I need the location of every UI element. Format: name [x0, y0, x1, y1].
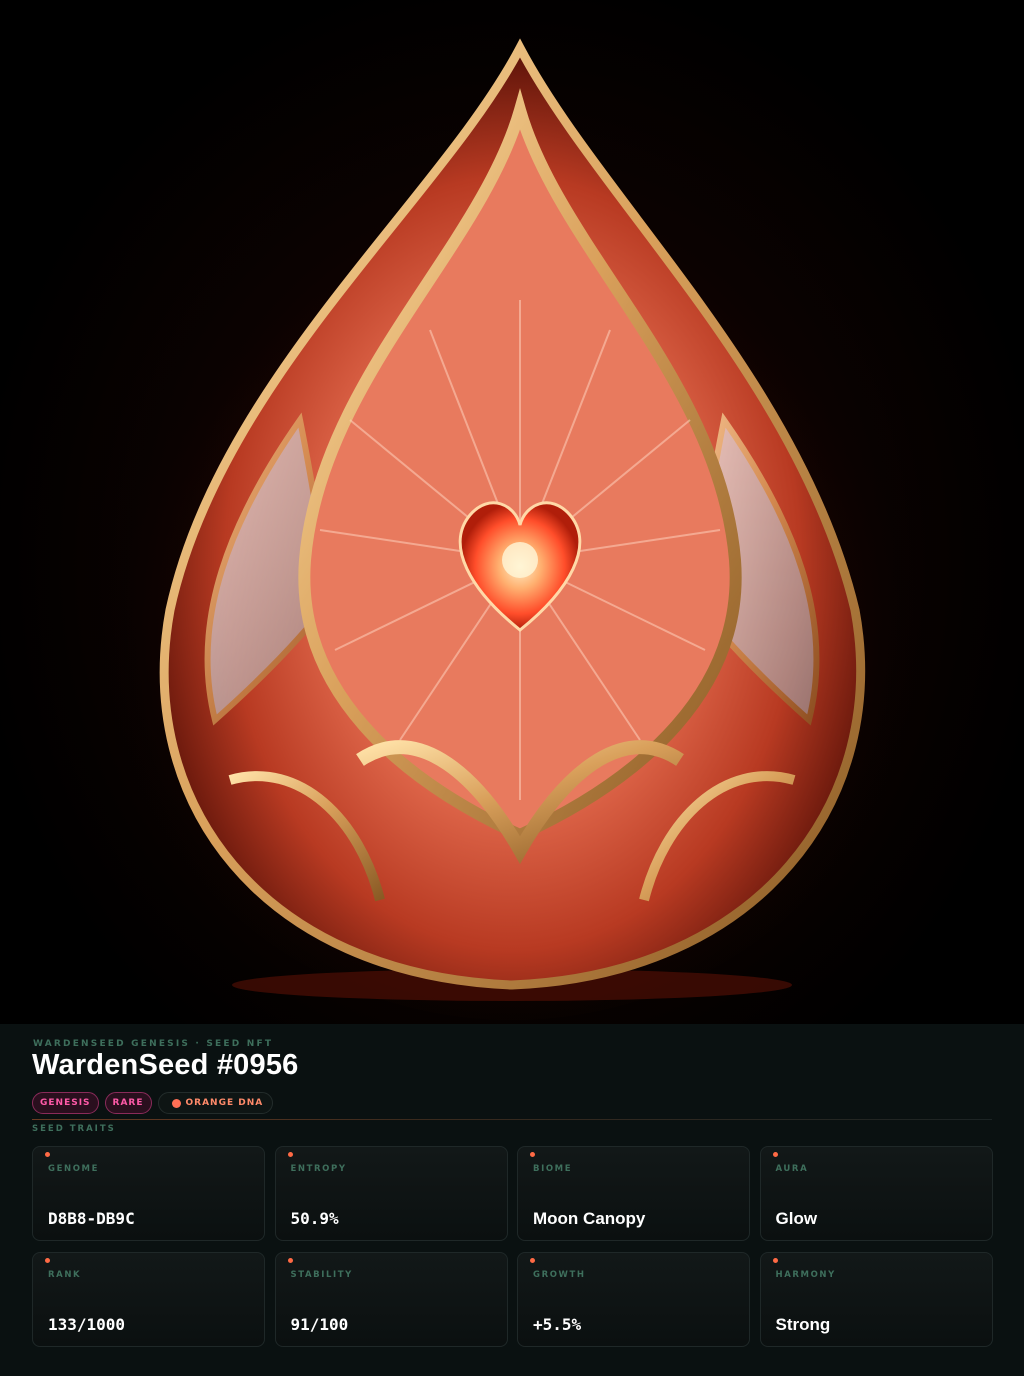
trait-key: GENOME [48, 1164, 99, 1174]
tag-orange-dna[interactable]: ORANGE DNA [157, 1092, 274, 1114]
seed-artwork [0, 0, 1024, 1024]
tag-list: GENESIS RARE ORANGE DNA [32, 1092, 274, 1114]
collection-label: WARDENSEED GENESIS · SEED NFT [33, 1039, 274, 1049]
trait-key: RANK [48, 1270, 82, 1280]
tag-genesis[interactable]: GENESIS [32, 1092, 99, 1114]
trait-dot-icon [287, 1152, 293, 1157]
trait-dot-icon [772, 1152, 778, 1157]
tag-rare[interactable]: RARE [104, 1092, 152, 1114]
trait-key: BIOME [533, 1164, 573, 1174]
trait-value: +5.5% [533, 1315, 582, 1334]
nft-title: WardenSeed #0956 [32, 1049, 299, 1081]
trait-card-stability: STABILITY 91/100 [274, 1252, 508, 1347]
nft-details-panel: WARDENSEED GENESIS · SEED NFT WardenSeed… [0, 1024, 1024, 1376]
trait-value: 50.9% [290, 1209, 339, 1228]
gem-illustration [92, 38, 932, 1020]
traits-grid: GENOME D8B8-DB9C ENTROPY 50.9% BIOME Moo… [32, 1146, 993, 1347]
trait-key: GROWTH [533, 1270, 586, 1280]
traits-section-label: SEED TRAITS [32, 1124, 116, 1134]
dna-color-dot-icon [171, 1098, 181, 1108]
trait-card-aura: AURA Glow [759, 1146, 993, 1241]
trait-dot-icon [530, 1152, 535, 1157]
trait-value: Glow [775, 1209, 818, 1228]
tag-orange-dna-label: ORANGE DNA [185, 1098, 264, 1108]
trait-value: 91/100 [290, 1315, 349, 1334]
divider [32, 1119, 992, 1120]
trait-card-rank: RANK 133/1000 [32, 1252, 265, 1347]
trait-key: HARMONY [775, 1270, 836, 1280]
trait-dot-icon [45, 1258, 50, 1263]
trait-card-genome: GENOME D8B8-DB9C [32, 1146, 265, 1241]
trait-dot-icon [45, 1152, 50, 1157]
trait-value: 133/1000 [48, 1315, 126, 1334]
trait-value: Strong [775, 1315, 831, 1334]
trait-card-entropy: ENTROPY 50.9% [274, 1146, 508, 1241]
trait-dot-icon [530, 1258, 535, 1263]
trait-card-biome: BIOME Moon Canopy [517, 1146, 750, 1241]
trait-value: D8B8-DB9C [48, 1209, 135, 1228]
trait-key: AURA [775, 1164, 809, 1174]
trait-key: ENTROPY [290, 1164, 347, 1174]
trait-card-harmony: HARMONY Strong [759, 1252, 993, 1347]
trait-key: STABILITY [290, 1270, 353, 1280]
trait-value: Moon Canopy [533, 1209, 646, 1228]
trait-dot-icon [287, 1258, 293, 1263]
trait-card-growth: GROWTH +5.5% [517, 1252, 750, 1347]
trait-dot-icon [772, 1258, 778, 1263]
